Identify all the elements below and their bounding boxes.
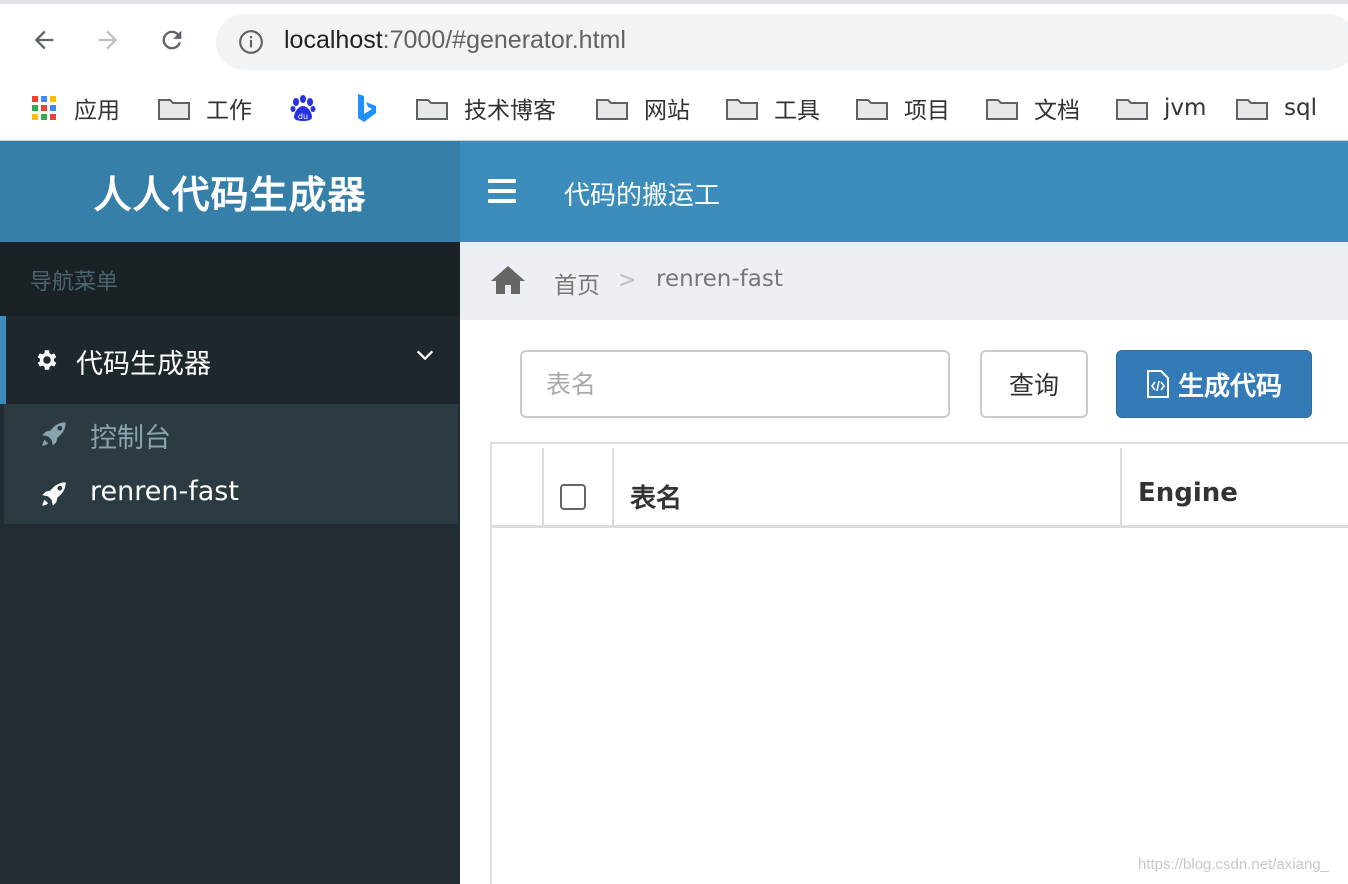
grid-header: 表名 Engine xyxy=(492,444,1348,528)
folder-icon xyxy=(596,99,628,120)
bing-icon xyxy=(358,94,376,122)
file-code-icon xyxy=(1146,370,1169,398)
app-header: 代码的搬运工 xyxy=(460,141,1348,242)
gear-icon xyxy=(37,350,57,370)
header-title: 代码的搬运工 xyxy=(564,181,721,211)
folder-icon xyxy=(1236,99,1268,120)
arrow-right-icon xyxy=(98,30,118,50)
rocket-icon xyxy=(42,422,66,446)
bookmark-folder[interactable]: 项目 xyxy=(856,92,950,124)
bookmark-bing[interactable] xyxy=(354,92,380,124)
breadcrumb-home[interactable]: 首页 xyxy=(554,266,600,300)
breadcrumb-current: renren-fast xyxy=(656,266,783,292)
tables-grid: 表名 Engine xyxy=(490,442,1348,884)
sidebar-item-console[interactable]: 控制台 xyxy=(4,404,458,464)
reload-button[interactable] xyxy=(154,22,190,58)
sidebar: 导航菜单 代码生成器 控制台 renren-fast xyxy=(0,242,460,884)
info-icon xyxy=(239,30,263,54)
url-host: localhost xyxy=(284,26,383,54)
apps-grid-icon xyxy=(32,96,56,120)
sidebar-item-renren-fast[interactable]: renren-fast xyxy=(4,464,458,524)
bookmark-label: sql xyxy=(1284,95,1317,121)
home-icon[interactable] xyxy=(490,264,526,296)
column-header-table-name[interactable]: 表名 xyxy=(630,478,682,515)
forward-button[interactable] xyxy=(90,22,126,58)
menu-bar xyxy=(488,179,516,183)
sidebar-toggle-button[interactable] xyxy=(488,179,516,203)
bookmark-label: 技术博客 xyxy=(464,98,556,124)
sidebar-submenu: 控制台 renren-fast xyxy=(4,404,458,524)
folder-icon xyxy=(856,99,888,120)
folder-icon xyxy=(1116,99,1148,120)
generate-code-label: 生成代码 xyxy=(1177,371,1282,402)
baidu-icon: du xyxy=(290,95,316,121)
app-logo[interactable]: 人人代码生成器 xyxy=(0,141,460,242)
column-divider xyxy=(1120,448,1122,526)
back-button[interactable] xyxy=(26,22,62,58)
sidebar-header: 导航菜单 xyxy=(0,242,460,316)
bookmark-label: 工具 xyxy=(774,98,820,124)
generate-code-button[interactable]: 生成代码 xyxy=(1116,350,1312,418)
bookmark-folder[interactable]: sql xyxy=(1236,92,1317,124)
rocket-icon xyxy=(42,482,66,506)
column-divider xyxy=(542,448,544,526)
bookmark-apps[interactable]: 应用 xyxy=(30,92,120,124)
breadcrumb: 首页 > renren-fast xyxy=(460,242,1348,320)
select-all-checkbox[interactable] xyxy=(560,484,586,510)
sidebar-item-label: 控制台 xyxy=(90,423,171,454)
folder-icon xyxy=(726,99,758,120)
browser-toolbar: localhost:7000/#generator.html xyxy=(0,4,1348,74)
bookmark-label: 网站 xyxy=(644,98,690,124)
bookmark-label: 应用 xyxy=(74,98,120,124)
folder-icon xyxy=(986,99,1018,120)
url-text: localhost:7000/#generator.html xyxy=(284,26,626,55)
reload-icon xyxy=(162,30,182,50)
sidebar-group-label: 代码生成器 xyxy=(76,349,211,380)
bookmark-baidu[interactable]: du xyxy=(288,92,318,124)
watermark: https://blog.csdn.net/axiang_ xyxy=(1138,856,1329,873)
breadcrumb-separator: > xyxy=(618,268,637,293)
table-name-search-input[interactable] xyxy=(520,350,950,418)
bookmark-label: jvm xyxy=(1164,95,1207,121)
url-path: :7000/#generator.html xyxy=(382,26,626,54)
chevron-down-icon xyxy=(416,350,434,361)
main-content: 首页 > renren-fast 查询 生成代码 表名 Engine xyxy=(460,242,1348,884)
bookmark-folder[interactable]: 文档 xyxy=(986,92,1080,124)
bookmark-label: 工作 xyxy=(206,98,252,124)
column-divider xyxy=(612,448,614,526)
query-button[interactable]: 查询 xyxy=(980,350,1088,418)
sidebar-item-label: renren-fast xyxy=(90,476,239,507)
bookmark-folder[interactable]: 网站 xyxy=(596,92,690,124)
bookmark-folder[interactable]: 工具 xyxy=(726,92,820,124)
bookmark-folder[interactable]: 工作 xyxy=(158,92,252,124)
svg-text:du: du xyxy=(298,112,308,121)
bookmark-label: 文档 xyxy=(1034,98,1080,124)
bookmarks-bar: 应用 工作 du 技术博客 网站 工具 项目 文档 jvm sql xyxy=(0,84,1348,132)
menu-bar xyxy=(488,189,516,193)
folder-icon xyxy=(158,99,190,120)
column-header-engine[interactable]: Engine xyxy=(1138,478,1238,508)
arrow-left-icon xyxy=(34,30,54,50)
address-bar[interactable]: localhost:7000/#generator.html xyxy=(216,14,1348,70)
folder-icon xyxy=(416,99,448,120)
menu-bar xyxy=(488,199,516,203)
bookmark-label: 项目 xyxy=(904,98,950,124)
sidebar-group-code-generator[interactable]: 代码生成器 xyxy=(0,316,460,404)
bookmark-folder[interactable]: 技术博客 xyxy=(416,92,556,124)
bookmark-folder[interactable]: jvm xyxy=(1116,92,1206,124)
